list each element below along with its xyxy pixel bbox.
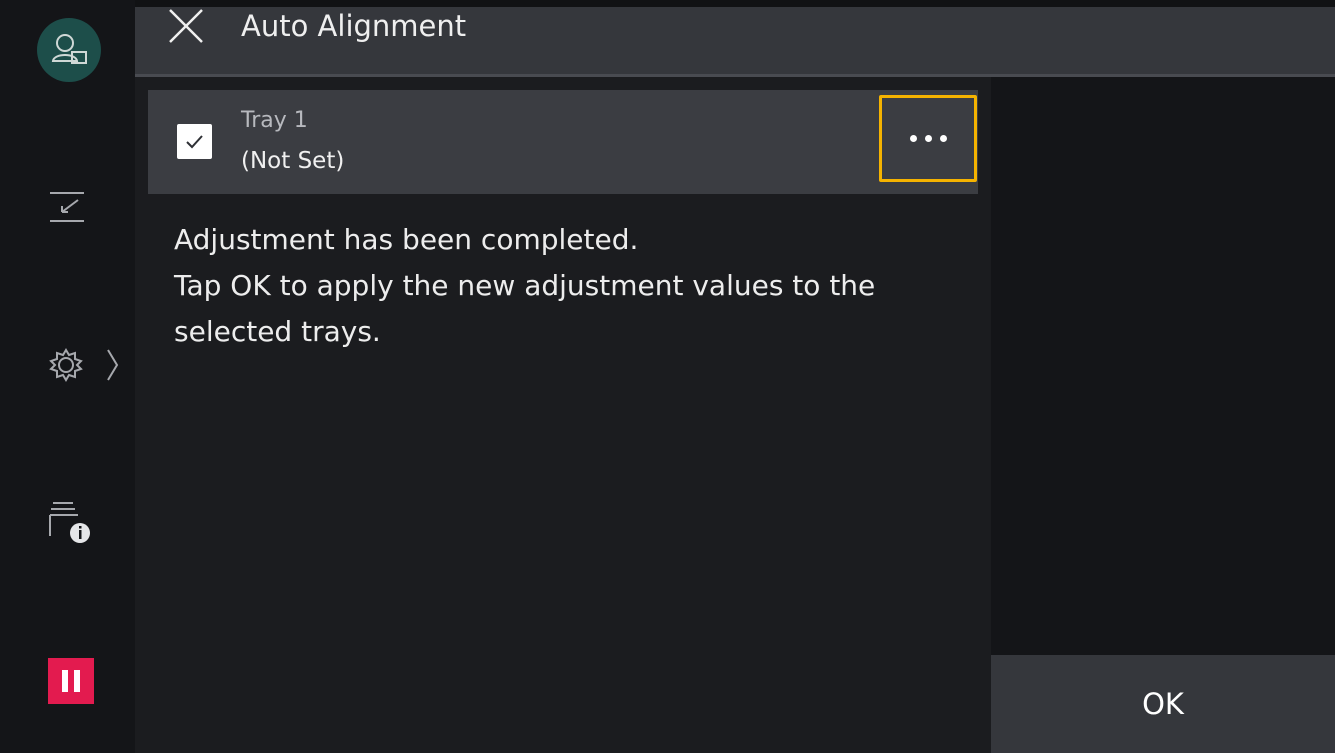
message-line: Tap OK to apply the new adjustment value… (174, 269, 876, 302)
dot (939, 135, 947, 142)
pause-icon[interactable] (48, 658, 94, 704)
completion-message: Adjustment has been completed. Tap OK to… (174, 217, 875, 355)
dot (924, 135, 932, 142)
ok-button[interactable]: OK (991, 655, 1335, 753)
tray-name: Tray 1 (241, 108, 308, 133)
tray-status: (Not Set) (241, 148, 345, 174)
more-options-button[interactable] (879, 95, 977, 182)
tray-checkbox[interactable] (177, 124, 212, 159)
job-status-icon[interactable] (48, 500, 92, 544)
message-line: Adjustment has been completed. (174, 223, 639, 256)
user-account-icon[interactable] (37, 18, 101, 82)
check-icon (186, 135, 203, 149)
page-title: Auto Alignment (241, 9, 467, 43)
message-line: selected trays. (174, 315, 381, 348)
gear-icon[interactable] (48, 345, 122, 385)
swap-icon[interactable] (48, 190, 88, 224)
close-icon[interactable] (166, 6, 206, 46)
dot (909, 135, 917, 142)
right-panel (991, 77, 1335, 655)
tray-row[interactable] (148, 90, 978, 194)
